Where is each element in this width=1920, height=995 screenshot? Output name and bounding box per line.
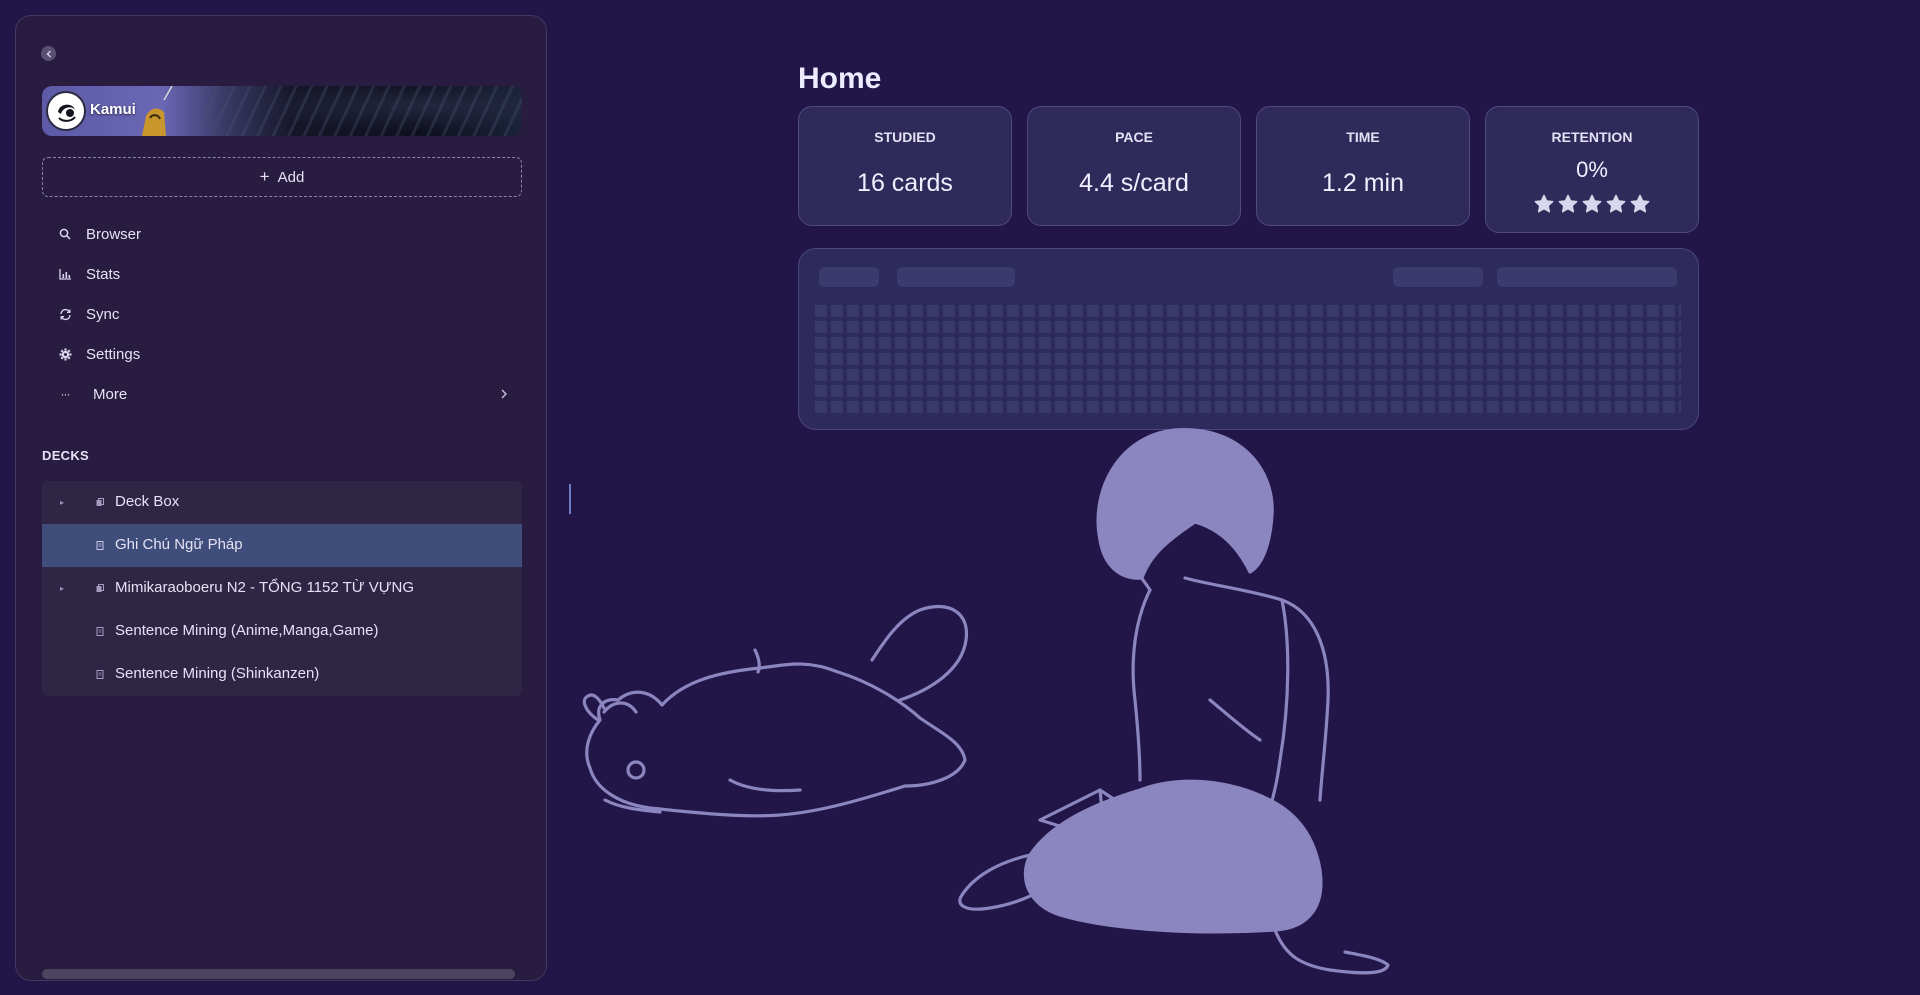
sidebar: Kamui + Add Browser Stats Sync Settings … (15, 15, 547, 981)
profile-banner[interactable]: Kamui (42, 86, 522, 136)
deck-stack-icon (96, 498, 104, 506)
stat-card-retention: RETENTION 0% (1485, 106, 1699, 233)
gear-icon (58, 347, 72, 361)
stat-label: STUDIED (874, 129, 936, 145)
deck-stack-icon (96, 584, 104, 592)
more-icon: ··· (60, 387, 71, 401)
stat-value: 4.4 s/card (1079, 169, 1189, 197)
deck-icon (96, 627, 104, 636)
deck-row-sentence-mining-anime[interactable]: Sentence Mining (Anime,Manga,Game) (42, 610, 522, 653)
deck-row-sentence-mining-shinkanzen[interactable]: Sentence Mining (Shinkanzen) (42, 653, 522, 696)
star-icon (1606, 194, 1626, 213)
expand-arrow-icon[interactable]: ▸ (60, 584, 64, 593)
decks-heading: DECKS (42, 448, 90, 463)
deck-list: ▸ Deck Box Ghi Chú Ngữ Pháp ▸ Mimikaraob… (42, 481, 522, 696)
expand-arrow-icon[interactable]: ▸ (60, 498, 64, 507)
heatmap-grid (815, 301, 1681, 413)
stat-card-pace: PACE 4.4 s/card (1027, 106, 1241, 226)
sidebar-item-settings[interactable]: Settings (42, 334, 522, 374)
search-icon (58, 227, 72, 241)
sidebar-item-sync[interactable]: Sync (42, 294, 522, 334)
stat-value: 0% (1576, 157, 1608, 182)
chevron-right-icon (500, 387, 508, 404)
stat-label: TIME (1346, 129, 1380, 145)
cat-outline (585, 662, 967, 818)
star-icon (1630, 194, 1650, 213)
chevron-left-icon (46, 50, 51, 57)
review-heatmap-placeholder (798, 248, 1699, 430)
star-icon (1582, 194, 1602, 213)
deck-row-deck-box[interactable]: ▸ Deck Box (42, 481, 522, 524)
sidebar-item-label: More (93, 385, 128, 403)
sidebar-item-label: Browser (86, 225, 142, 243)
sidebar-item-browser[interactable]: Browser (42, 214, 522, 254)
profile-name: Kamui (90, 101, 136, 118)
star-rating (1486, 193, 1698, 215)
sidebar-nav: Browser Stats Sync Settings ··· More (42, 214, 522, 414)
sidebar-item-label: Stats (86, 265, 121, 283)
deck-name: Ghi Chú Ngữ Pháp (115, 536, 243, 553)
star-icon (1534, 194, 1554, 213)
banner-art (202, 86, 522, 136)
star-icon (1558, 194, 1578, 213)
deck-icon (96, 541, 104, 550)
stat-card-studied: STUDIED 16 cards (798, 106, 1012, 226)
deck-name: Sentence Mining (Anime,Manga,Game) (115, 622, 379, 639)
page-title: Home (798, 62, 882, 95)
deck-name: Sentence Mining (Shinkanzen) (115, 665, 320, 682)
stat-value: 16 cards (857, 169, 953, 197)
banner-figure-icon (142, 86, 173, 136)
plus-icon: + (259, 167, 270, 186)
avatar (46, 91, 86, 131)
stat-label: PACE (1115, 129, 1153, 145)
reading-girl-illustration (582, 428, 1390, 975)
skeleton-bar (1393, 267, 1483, 287)
deck-name: Mimikaraoboeru N2 - TỔNG 1152 TỪ VỰNG (115, 579, 415, 596)
sync-icon (58, 307, 72, 321)
sidebar-item-stats[interactable]: Stats (42, 254, 522, 294)
add-button-label: Add (277, 168, 305, 186)
sidebar-item-label: Settings (86, 345, 141, 363)
deck-icon (96, 670, 104, 679)
sidebar-horizontal-scrollbar[interactable] (42, 969, 515, 979)
sidebar-item-label: Sync (86, 305, 120, 323)
deck-row-mimikaraoboeru[interactable]: ▸ Mimikaraoboeru N2 - TỔNG 1152 TỪ VỰNG (42, 567, 522, 610)
app-root: Kamui + Add Browser Stats Sync Settings … (0, 0, 1920, 995)
deck-row-ghi-chu-ngu-phap[interactable]: Ghi Chú Ngữ Pháp (42, 524, 522, 567)
stat-label: RETENTION (1551, 129, 1633, 145)
collapse-sidebar-button[interactable] (41, 46, 56, 61)
skeleton-bar (819, 267, 879, 287)
skeleton-bar (897, 267, 1015, 287)
sidebar-item-more[interactable]: ··· More (42, 374, 522, 414)
stat-card-time: TIME 1.2 min (1256, 106, 1470, 226)
chart-icon (58, 267, 72, 281)
deck-name: Deck Box (115, 493, 180, 510)
skeleton-bar (1497, 267, 1677, 287)
stat-value: 1.2 min (1322, 169, 1404, 197)
add-button[interactable]: + Add (42, 157, 522, 197)
